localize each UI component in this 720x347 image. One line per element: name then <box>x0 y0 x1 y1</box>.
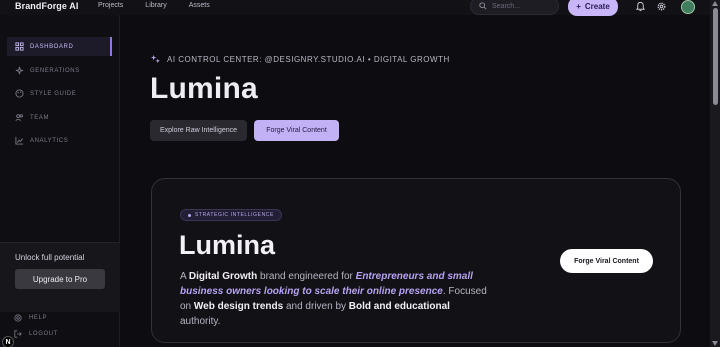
help-icon <box>14 314 22 322</box>
sidebar: DASHBOARD GENERATIONS STYLE GUIDE TEAM A… <box>0 15 120 347</box>
bell-icon[interactable] <box>635 1 646 12</box>
create-label: Create <box>584 2 610 11</box>
sidebar-item-label: DASHBOARD <box>30 43 74 50</box>
sidebar-item-label: GENERATIONS <box>30 67 80 74</box>
top-nav: Projects Library Assets <box>98 2 232 9</box>
upgrade-panel: Unlock full potential Upgrade to Pro <box>0 242 120 312</box>
gear-icon[interactable] <box>656 1 667 12</box>
subtitle-text: AI CONTROL CENTER: @DESIGNRY.STUDIO.AI •… <box>167 55 450 64</box>
dot-icon <box>188 213 191 217</box>
sidebar-item-label: STYLE GUIDE <box>30 90 77 97</box>
desc-bold: Web design trends <box>193 301 284 312</box>
scrollbar[interactable] <box>710 0 720 347</box>
corner-badge: N <box>2 336 14 347</box>
top-bar: BrandForge AI Projects Library Assets Se… <box>0 0 710 16</box>
scroll-down-icon[interactable] <box>712 341 718 346</box>
card-description: A Digital Growth brand engineered for En… <box>180 269 490 329</box>
create-button[interactable]: + Create <box>568 0 618 16</box>
sidebar-item-style-guide[interactable]: STYLE GUIDE <box>7 84 112 103</box>
card-title: Lumina <box>179 230 276 260</box>
search-input[interactable]: Search... <box>470 0 559 15</box>
chart-icon <box>15 136 24 145</box>
grid-icon <box>15 42 24 51</box>
strategic-intelligence-badge: STRATEGIC INTELLIGENCE <box>180 209 282 221</box>
sparkle-icon <box>150 54 161 64</box>
page-title: Lumina <box>150 72 258 105</box>
brand-logo[interactable]: BrandForge AI <box>15 1 78 11</box>
explore-raw-intelligence-button[interactable]: Explore Raw Intelligence <box>150 120 247 141</box>
card-forge-viral-content-button[interactable]: Forge Viral Content <box>560 249 653 273</box>
sidebar-item-dashboard[interactable]: DASHBOARD <box>7 37 112 56</box>
desc-text: and driven by <box>283 301 349 312</box>
sidebar-item-generations[interactable]: GENERATIONS <box>7 61 112 80</box>
badge-label: STRATEGIC INTELLIGENCE <box>195 212 274 218</box>
search-icon <box>479 2 487 10</box>
logout-label: LOGOUT <box>29 331 58 337</box>
scroll-up-icon[interactable] <box>712 1 718 6</box>
desc-text: authority. <box>180 316 221 327</box>
search-placeholder: Search... <box>492 2 521 10</box>
sidebar-item-logout[interactable]: LOGOUT <box>14 330 58 338</box>
sidebar-item-label: ANALYTICS <box>30 137 69 144</box>
desc-bold: Bold and educational <box>348 301 450 312</box>
help-label: HELP <box>29 315 48 321</box>
brand-card: STRATEGIC INTELLIGENCE Lumina A Digital … <box>151 178 681 343</box>
sidebar-item-analytics[interactable]: ANALYTICS <box>7 131 112 150</box>
desc-bold: Digital Growth <box>188 271 258 282</box>
nav-assets[interactable]: Assets <box>189 2 210 9</box>
nav-projects[interactable]: Projects <box>98 2 123 9</box>
upgrade-text: Unlock full potential <box>15 253 85 262</box>
logout-icon <box>14 330 22 338</box>
desc-text: A <box>180 271 189 282</box>
plus-icon: + <box>576 2 581 11</box>
palette-icon <box>15 89 24 98</box>
sidebar-item-help[interactable]: HELP <box>14 314 47 322</box>
page-subtitle: AI CONTROL CENTER: @DESIGNRY.STUDIO.AI •… <box>150 54 450 65</box>
desc-text: brand engineered for <box>257 271 356 282</box>
upgrade-button[interactable]: Upgrade to Pro <box>15 269 105 289</box>
sidebar-item-team[interactable]: TEAM <box>7 108 112 127</box>
forge-viral-content-button[interactable]: Forge Viral Content <box>254 120 339 141</box>
scrollbar-thumb[interactable] <box>713 8 718 105</box>
sparkle-icon <box>15 66 24 75</box>
users-icon <box>15 114 23 121</box>
sidebar-item-label: TEAM <box>30 114 50 121</box>
avatar[interactable] <box>681 0 695 14</box>
nav-library[interactable]: Library <box>145 2 166 9</box>
